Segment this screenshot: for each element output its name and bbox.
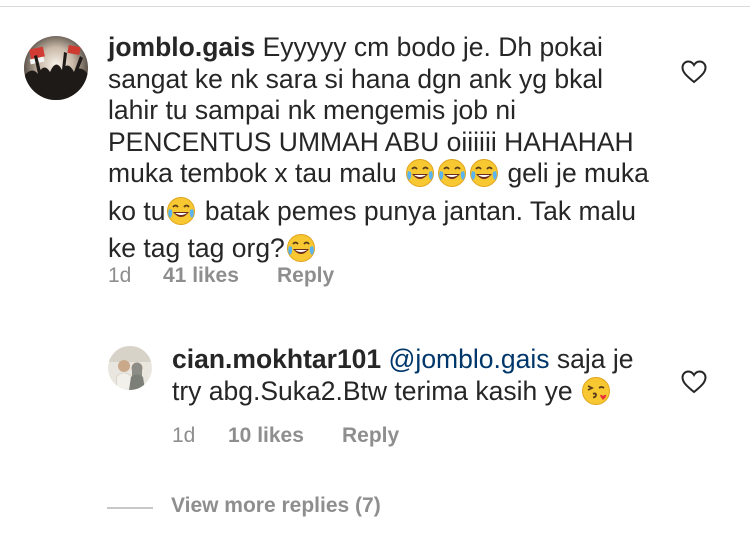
reply-heart-icon[interactable] bbox=[681, 370, 707, 394]
view-more-line bbox=[107, 507, 153, 509]
comment-meta: 1d 41 likes Reply bbox=[108, 264, 408, 290]
heart-icon[interactable] bbox=[681, 60, 707, 84]
tears-of-joy-icon bbox=[166, 196, 196, 234]
reply-meta: 1d 10 likes Reply bbox=[172, 424, 472, 450]
comment-likes[interactable]: 41 likes bbox=[163, 264, 239, 288]
view-more-replies[interactable]: View more replies (7) bbox=[107, 494, 427, 520]
top-divider bbox=[0, 6, 750, 7]
view-more-label[interactable]: View more replies (7) bbox=[171, 494, 381, 518]
blowing-kiss-icon bbox=[581, 376, 611, 414]
tears-of-joy-icon bbox=[405, 158, 435, 196]
reply-avatar[interactable] bbox=[108, 346, 152, 390]
comment-reply-button[interactable]: Reply bbox=[277, 264, 334, 288]
tears-of-joy-icon bbox=[437, 158, 467, 196]
tears-of-joy-icon bbox=[469, 158, 499, 196]
comment-username[interactable]: jomblo.gais bbox=[108, 32, 255, 62]
avatar[interactable] bbox=[24, 36, 88, 100]
reply-mention[interactable]: @jomblo.gais bbox=[389, 344, 550, 374]
comment-time: 1d bbox=[108, 264, 132, 287]
reply-time: 1d bbox=[172, 424, 196, 447]
reply-username[interactable]: cian.mokhtar101 bbox=[172, 344, 381, 374]
reply-reply-button[interactable]: Reply bbox=[342, 424, 399, 448]
reply-likes[interactable]: 10 likes bbox=[228, 424, 304, 448]
reply-text: cian.mokhtar101 @jomblo.gais saja je try… bbox=[172, 344, 647, 413]
comment-text: jomblo.gais Eyyyyy cm bodo je. Dh pokai … bbox=[108, 32, 653, 271]
